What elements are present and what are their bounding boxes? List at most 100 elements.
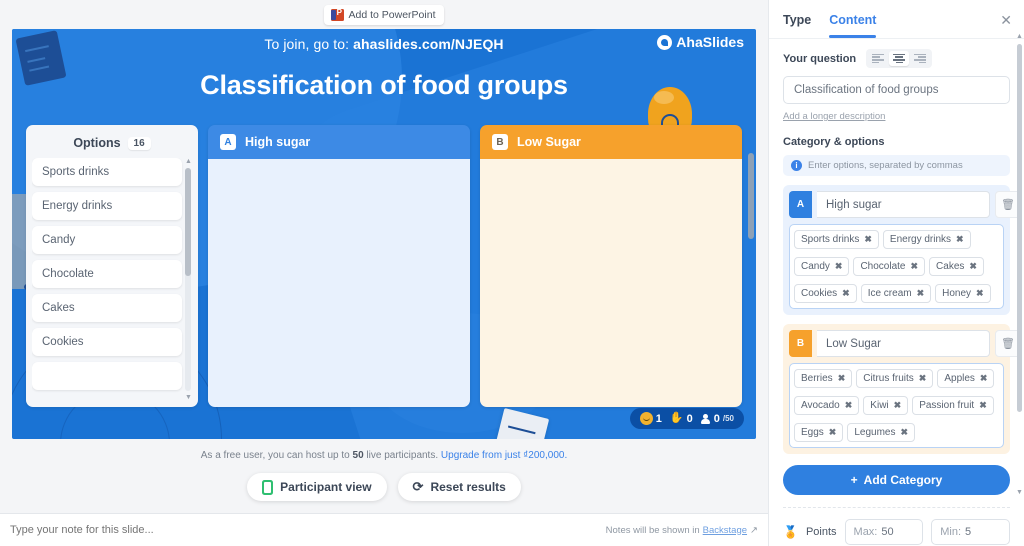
tag-chip[interactable]: Cakes ✖ [929, 257, 984, 276]
add-longer-description-link[interactable]: Add a longer description [783, 111, 885, 122]
category-a-dropzone[interactable] [208, 159, 470, 407]
remove-tag-icon[interactable]: ✖ [969, 261, 977, 272]
upsell-suffix: live participants. [363, 450, 441, 461]
tag-chip[interactable]: Legumes ✖ [847, 423, 916, 442]
remove-tag-icon[interactable]: ✖ [976, 288, 984, 299]
tab-content[interactable]: Content [829, 2, 877, 38]
remove-tag-icon[interactable]: ✖ [829, 427, 837, 438]
question-input[interactable] [783, 76, 1010, 104]
option-item-partial[interactable] [32, 362, 182, 390]
powerpoint-icon [330, 8, 344, 21]
tag-label: Kiwi [870, 400, 889, 411]
slide-scrollbar[interactable] [748, 153, 754, 323]
upgrade-link[interactable]: Upgrade from just ₫200,000. [441, 450, 567, 461]
category-b-tags[interactable]: Berries ✖ Citrus fruits ✖ Apples ✖ Avocado ✖… [789, 363, 1004, 448]
close-icon[interactable]: ✕ [1000, 13, 1012, 27]
category-a-tags[interactable]: Sports drinks ✖ Energy drinks ✖ Candy ✖ Cho… [789, 224, 1004, 309]
tab-type[interactable]: Type [783, 2, 811, 37]
scroll-up-arrow-icon[interactable]: ▲ [185, 158, 192, 165]
tag-chip[interactable]: Candy ✖ [794, 257, 850, 276]
tag-chip[interactable]: Passion fruit ✖ [912, 396, 994, 415]
tag-label: Apples [944, 373, 975, 384]
participant-view-button[interactable]: Participant view [247, 473, 387, 501]
remove-tag-icon[interactable]: ✖ [917, 288, 925, 299]
tag-chip[interactable]: Kiwi ✖ [863, 396, 909, 415]
option-item[interactable]: Chocolate [32, 260, 182, 288]
tag-chip[interactable]: Chocolate ✖ [853, 257, 926, 276]
hand-count: 0 [686, 412, 693, 425]
add-category-button[interactable]: + Add Category [783, 465, 1010, 495]
option-item[interactable]: Sports drinks [32, 158, 182, 186]
tag-chip[interactable]: Citrus fruits ✖ [856, 369, 934, 388]
options-scrollbar[interactable]: ▲ ▼ [185, 158, 192, 401]
category-b-name-input[interactable] [817, 330, 990, 357]
tag-chip[interactable]: Sports drinks ✖ [794, 230, 879, 249]
remove-tag-icon[interactable]: ✖ [956, 234, 964, 245]
external-link-icon: ↗ [750, 524, 758, 536]
settings-panel: Type Content ✕ Your question Add a longe… [768, 0, 1024, 546]
panel-scroll-up-icon[interactable]: ▲ [1016, 33, 1023, 40]
panel-scrollbar[interactable]: ▲ ▼ [1016, 33, 1023, 496]
tag-chip[interactable]: Eggs ✖ [794, 423, 844, 442]
tag-chip[interactable]: Cookies ✖ [794, 284, 857, 303]
participant-counter: 0/50 [701, 413, 734, 425]
remove-tag-icon[interactable]: ✖ [864, 234, 872, 245]
remove-tag-icon[interactable]: ✖ [979, 400, 987, 411]
remove-tag-icon[interactable]: ✖ [835, 261, 843, 272]
alignment-group [866, 49, 933, 68]
remove-tag-icon[interactable]: ✖ [842, 288, 850, 299]
remove-tag-icon[interactable]: ✖ [845, 400, 853, 411]
tag-chip[interactable]: Avocado ✖ [794, 396, 860, 415]
points-min-field[interactable]: Min: 5 [931, 519, 1010, 545]
add-to-powerpoint-button[interactable]: Add to PowerPoint [323, 4, 445, 25]
option-item[interactable]: Energy drinks [32, 192, 182, 220]
tag-chip[interactable]: Ice cream ✖ [860, 284, 932, 303]
category-a-name-input[interactable] [817, 191, 990, 218]
options-scroll-thumb[interactable] [185, 168, 191, 276]
remove-tag-icon[interactable]: ✖ [894, 400, 902, 411]
option-item[interactable]: Cakes [32, 294, 182, 322]
tag-chip[interactable]: Apples ✖ [937, 369, 995, 388]
remove-tag-icon[interactable]: ✖ [910, 261, 918, 272]
question-row: Your question [783, 49, 1010, 68]
join-url: ahaslides.com/NJEQH [353, 35, 504, 52]
upsell-prefix: As a free user, you can host up to [200, 450, 353, 461]
tag-chip[interactable]: Berries ✖ [794, 369, 853, 388]
category-column-a[interactable]: A High sugar [208, 125, 470, 407]
category-column-b[interactable]: B Low Sugar [480, 125, 742, 407]
join-instruction: To join, go to: ahaslides.com/NJEQH [264, 36, 503, 52]
app-root: Add to PowerPoint [0, 0, 1024, 546]
slide-note-input[interactable] [10, 524, 459, 536]
points-max-field[interactable]: Max: 50 [844, 519, 924, 545]
reset-results-button[interactable]: ⟳ Reset results [397, 473, 521, 501]
reaction-count: 1 [655, 412, 662, 425]
remove-tag-icon[interactable]: ✖ [980, 373, 988, 384]
panel-scroll-thumb[interactable] [1017, 44, 1022, 412]
tag-chip[interactable]: Honey ✖ [935, 284, 991, 303]
ahaslides-logo: AhaSlides [657, 34, 744, 50]
scroll-down-arrow-icon[interactable]: ▼ [185, 394, 192, 401]
align-left-icon[interactable] [868, 51, 888, 66]
option-item[interactable]: Candy [32, 226, 182, 254]
category-b-key-badge: B [789, 330, 812, 357]
tag-label: Passion fruit [919, 400, 975, 411]
ahaslides-wordmark: AhaSlides [676, 34, 744, 50]
info-icon: i [791, 160, 802, 171]
notes-bar: Notes will be shown in Backstage ↗ [0, 513, 768, 546]
tag-label: Legumes [854, 427, 896, 438]
remove-tag-icon[interactable]: ✖ [838, 373, 846, 384]
option-item[interactable]: Cookies [32, 328, 182, 356]
panel-scroll-down-icon[interactable]: ▼ [1016, 489, 1023, 496]
backstage-link[interactable]: Backstage [703, 525, 747, 536]
tag-chip[interactable]: Energy drinks ✖ [882, 230, 971, 249]
options-list[interactable]: Sports drinks Energy drinks Candy Chocol… [32, 158, 192, 401]
slide-scroll-thumb[interactable] [748, 153, 754, 239]
remove-tag-icon[interactable]: ✖ [919, 373, 927, 384]
align-center-icon[interactable] [889, 51, 910, 66]
category-b-dropzone[interactable] [480, 159, 742, 407]
remove-tag-icon[interactable]: ✖ [900, 427, 908, 438]
slide-canvas[interactable]: To join, go to: ahaslides.com/NJEQH AhaS… [12, 29, 756, 439]
smiley-face-icon [639, 412, 653, 425]
align-right-icon[interactable] [910, 51, 930, 66]
tag-label: Honey [942, 288, 972, 299]
